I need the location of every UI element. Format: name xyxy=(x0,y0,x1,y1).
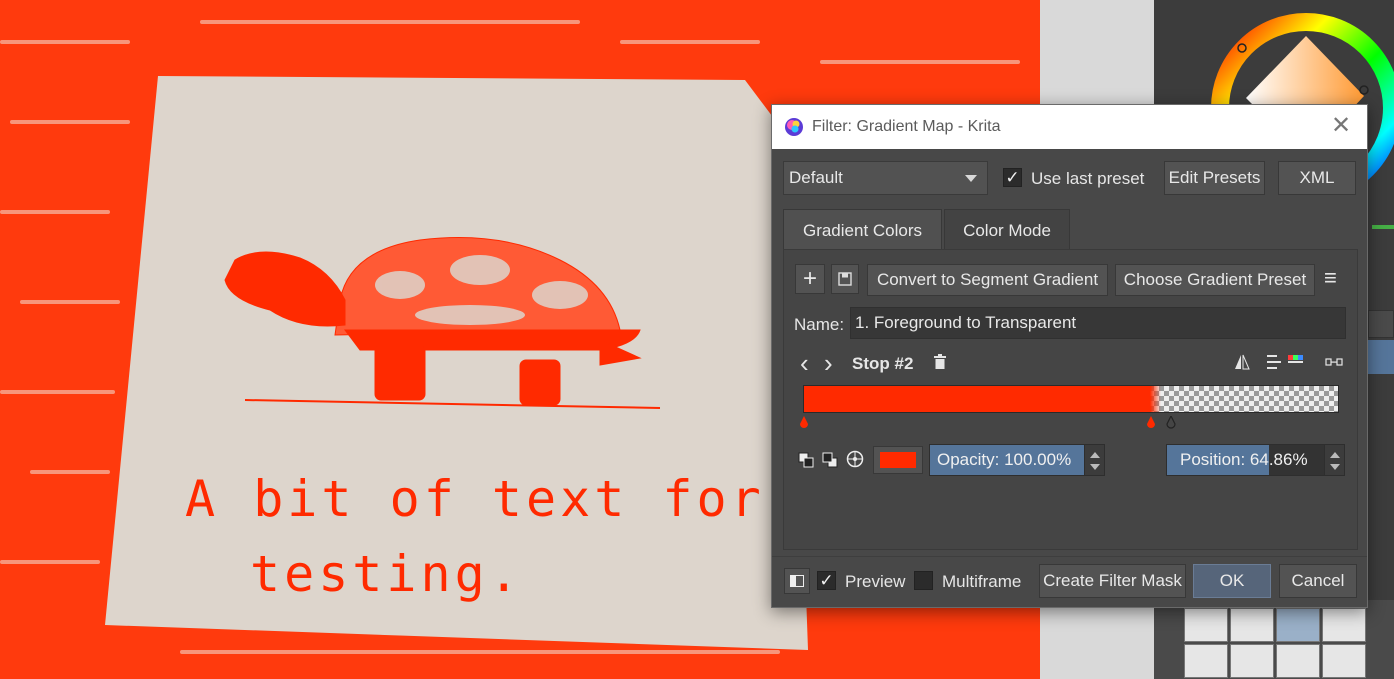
stop-color-swatch xyxy=(880,452,916,468)
gradient-name-input[interactable]: 1. Foreground to Transparent xyxy=(850,307,1346,339)
multiframe-checkbox[interactable] xyxy=(914,571,933,590)
preview-label: Preview xyxy=(845,572,906,591)
krita-logo-icon xyxy=(785,118,803,136)
arrow-down-icon[interactable] xyxy=(1090,464,1100,470)
arrow-up-icon[interactable] xyxy=(1090,452,1100,458)
delete-stop-icon[interactable] xyxy=(933,354,947,370)
previous-stop-button[interactable]: ‹ xyxy=(800,348,809,379)
brush-preset[interactable] xyxy=(1184,608,1228,642)
tab-color-mode[interactable]: Color Mode xyxy=(944,209,1070,250)
layer-toolbar[interactable] xyxy=(1368,310,1394,338)
brush-preset[interactable] xyxy=(1322,644,1366,678)
handwriting-line-2: testing. xyxy=(250,545,523,603)
choose-gradient-preset-button[interactable]: Choose Gradient Preset xyxy=(1115,264,1315,296)
background-color-type-icon[interactable] xyxy=(822,452,838,468)
gradient-stop-marker[interactable] xyxy=(799,416,809,430)
preset-dropdown-value: Default xyxy=(789,168,843,187)
gradient-midpoint-marker[interactable] xyxy=(1166,416,1176,430)
tab-gradient-colors[interactable]: Gradient Colors xyxy=(783,209,942,250)
next-stop-button[interactable]: › xyxy=(824,348,833,379)
foreground-color-type-icon[interactable] xyxy=(798,452,814,468)
toggle-preview-split-button[interactable] xyxy=(784,568,810,594)
save-icon xyxy=(838,272,852,286)
cancel-button[interactable]: Cancel xyxy=(1279,564,1357,598)
brush-preset[interactable] xyxy=(1184,644,1228,678)
distribute-stops-icon[interactable] xyxy=(1266,353,1306,371)
arrow-down-icon[interactable] xyxy=(1330,464,1340,470)
center-stop-icon[interactable] xyxy=(1325,355,1343,369)
name-label: Name: xyxy=(794,315,845,334)
hamburger-menu-icon[interactable]: ≡ xyxy=(1324,265,1337,291)
handwriting-line-1: A bit of text for xyxy=(185,470,765,528)
arrow-up-icon[interactable] xyxy=(1330,452,1340,458)
layer-row-selected[interactable] xyxy=(1368,340,1394,374)
brush-presets-docker xyxy=(1154,600,1394,679)
gradient-preview-bar[interactable] xyxy=(803,385,1339,413)
title-bar[interactable]: Filter: Gradient Map - Krita ✕ xyxy=(772,105,1367,149)
add-gradient-button[interactable]: + xyxy=(795,264,825,294)
use-last-preset-checkbox[interactable]: ✓ xyxy=(1003,168,1022,187)
footer-divider xyxy=(772,556,1367,557)
brush-preset[interactable] xyxy=(1230,608,1274,642)
opacity-stepper[interactable] xyxy=(1084,445,1104,475)
preview-checkbox[interactable]: ✓ xyxy=(817,571,836,590)
position-value: Position: 64.86% xyxy=(1180,450,1308,469)
use-last-preset-label: Use last preset xyxy=(1031,169,1145,188)
position-spinbox[interactable]: Position: 64.86% xyxy=(1166,444,1345,476)
flip-gradient-icon[interactable] xyxy=(1233,353,1251,371)
stop-number-label: Stop #2 xyxy=(852,354,914,373)
xml-button[interactable]: XML xyxy=(1278,161,1356,195)
close-button[interactable]: ✕ xyxy=(1329,114,1353,139)
window-title: Filter: Gradient Map - Krita xyxy=(812,118,1001,135)
stop-color-button[interactable] xyxy=(873,446,923,474)
gradient-fill xyxy=(804,386,1151,412)
preset-dropdown[interactable]: Default xyxy=(783,161,988,195)
opacity-spinbox[interactable]: Opacity: 100.00% xyxy=(929,444,1105,476)
opacity-value: Opacity: 100.00% xyxy=(937,450,1072,469)
brush-preset[interactable] xyxy=(1322,608,1366,642)
split-view-icon xyxy=(790,575,804,587)
gradient-fade xyxy=(1150,386,1162,412)
brush-preset[interactable] xyxy=(1276,608,1320,642)
brush-preset[interactable] xyxy=(1230,644,1274,678)
edit-presets-button[interactable]: Edit Presets xyxy=(1164,161,1265,195)
gradient-map-dialog: Filter: Gradient Map - Krita ✕ Default ✓… xyxy=(771,104,1368,608)
convert-to-segment-gradient-button[interactable]: Convert to Segment Gradient xyxy=(867,264,1108,296)
accent-bar xyxy=(1372,225,1394,229)
multiframe-label: Multiframe xyxy=(942,572,1022,591)
create-filter-mask-button[interactable]: Create Filter Mask xyxy=(1039,564,1186,598)
custom-color-type-icon[interactable] xyxy=(846,450,864,468)
gradient-stop-marker-selected[interactable] xyxy=(1146,416,1156,430)
ok-button[interactable]: OK xyxy=(1193,564,1271,598)
chevron-down-icon xyxy=(965,175,977,182)
position-stepper[interactable] xyxy=(1324,445,1344,475)
brush-preset[interactable] xyxy=(1276,644,1320,678)
save-gradient-button[interactable] xyxy=(831,264,859,294)
